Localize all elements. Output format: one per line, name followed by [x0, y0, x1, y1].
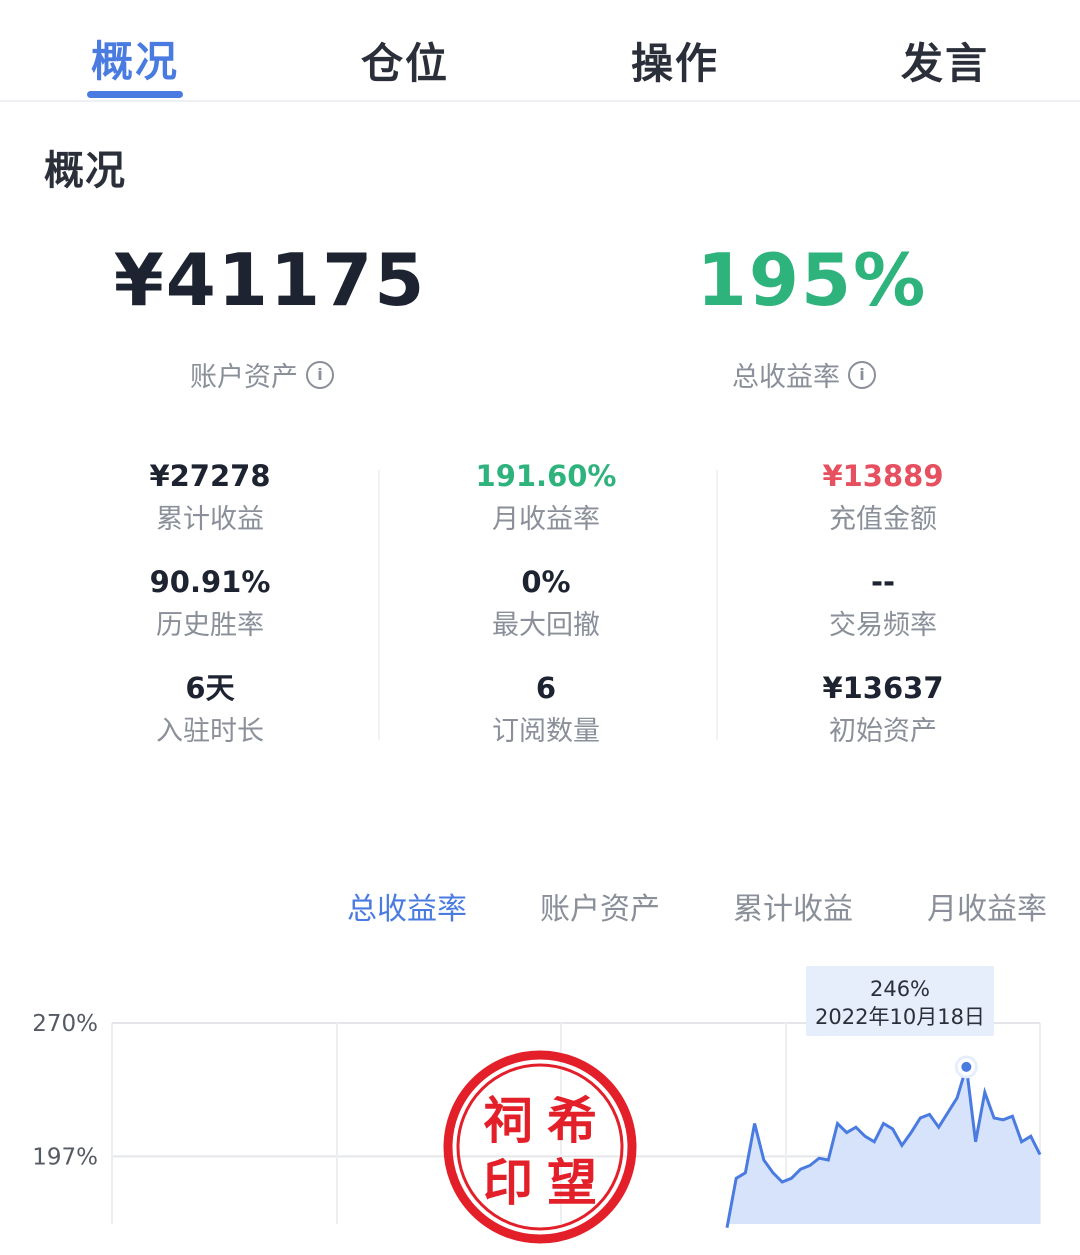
stat-label: 最大回撤: [492, 610, 600, 641]
stat-label: 历史胜率: [156, 610, 264, 641]
chart-tab-total-return[interactable]: 总收益率: [347, 884, 467, 928]
y-tick-label: 197%: [32, 1144, 98, 1170]
seal-char: 希: [547, 1091, 597, 1150]
tab-posts[interactable]: 发言: [901, 30, 989, 91]
red-seal-stamp: 祠 希 印 望: [443, 1050, 637, 1244]
stat-deposit-amount: ¥13889 充值金额: [773, 457, 993, 536]
stat-win-rate: 90.91% 历史胜率: [100, 563, 320, 642]
account-assets-label-text: 账户资产: [190, 362, 298, 393]
return-chart[interactable]: 270% 197% 246% 2022年10月18日 祠 希 印 望: [0, 960, 1080, 1255]
info-icon[interactable]: i: [306, 360, 334, 389]
tab-positions[interactable]: 仓位: [361, 30, 449, 91]
chart-tab-cumulative-profit[interactable]: 累计收益: [733, 884, 853, 928]
section-title: 概况: [44, 148, 126, 194]
seal-char: 望: [547, 1153, 597, 1212]
stat-days-joined: 6天 入驻时长: [100, 669, 320, 748]
total-return-label: 总收益率 i: [732, 355, 876, 394]
seal-char: 印: [483, 1153, 533, 1212]
stat-value: 191.60%: [475, 459, 617, 493]
info-icon[interactable]: i: [848, 360, 876, 389]
total-return-label-text: 总收益率: [732, 362, 840, 393]
y-tick-label: 270%: [32, 1011, 98, 1037]
stat-value: ¥27278: [149, 459, 271, 493]
tooltip: 246% 2022年10月18日: [806, 966, 994, 1036]
highlight-point-dot: [961, 1061, 972, 1072]
stat-monthly-return: 191.60% 月收益率: [436, 457, 656, 536]
chart-tab-monthly-return[interactable]: 月收益率: [927, 884, 1047, 928]
stat-label: 入驻时长: [156, 716, 264, 747]
account-assets-value: ¥41175: [113, 238, 427, 322]
column-divider: [378, 470, 380, 740]
stat-trade-frequency: -- 交易频率: [773, 563, 993, 642]
active-tab-indicator: [87, 91, 183, 98]
account-assets-label: 账户资产 i: [190, 355, 334, 394]
tab-bar: 概况 仓位 操作 发言: [0, 0, 1080, 102]
stat-value: ¥13889: [822, 459, 944, 493]
stat-value: 6天: [185, 671, 235, 705]
stat-label: 初始资产: [829, 716, 937, 747]
tooltip-value: 246%: [870, 977, 930, 1001]
stat-subscriptions: 6 订阅数量: [436, 669, 656, 748]
tooltip-date: 2022年10月18日: [815, 1005, 985, 1029]
chart-tabs: 总收益率 账户资产 累计收益 月收益率: [0, 884, 1080, 928]
stat-value: 6: [535, 671, 557, 705]
stat-cumulative-profit: ¥27278 累计收益: [100, 457, 320, 536]
y-axis-labels: 270% 197%: [32, 1011, 98, 1170]
stat-initial-assets: ¥13637 初始资产: [773, 669, 993, 748]
stat-value: ¥13637: [822, 671, 944, 705]
return-area: [727, 1066, 1040, 1228]
stat-value: 90.91%: [149, 565, 271, 599]
stat-label: 充值金额: [829, 504, 937, 535]
stat-label: 交易频率: [829, 610, 937, 641]
chart-tab-account-assets[interactable]: 账户资产: [540, 884, 660, 928]
highlight-point: [954, 1055, 978, 1079]
stat-max-drawdown: 0% 最大回撤: [436, 563, 656, 642]
seal-char: 祠: [483, 1091, 533, 1150]
stat-label: 累计收益: [156, 504, 264, 535]
total-return-value: 195%: [696, 238, 928, 322]
stat-value: 0%: [521, 565, 571, 599]
stat-label: 月收益率: [492, 504, 600, 535]
column-divider: [716, 470, 718, 740]
seal-ring: [443, 1050, 637, 1244]
tab-overview[interactable]: 概况: [91, 28, 179, 89]
tab-operations[interactable]: 操作: [631, 30, 719, 91]
stat-label: 订阅数量: [492, 716, 600, 747]
stat-value: --: [870, 565, 896, 599]
